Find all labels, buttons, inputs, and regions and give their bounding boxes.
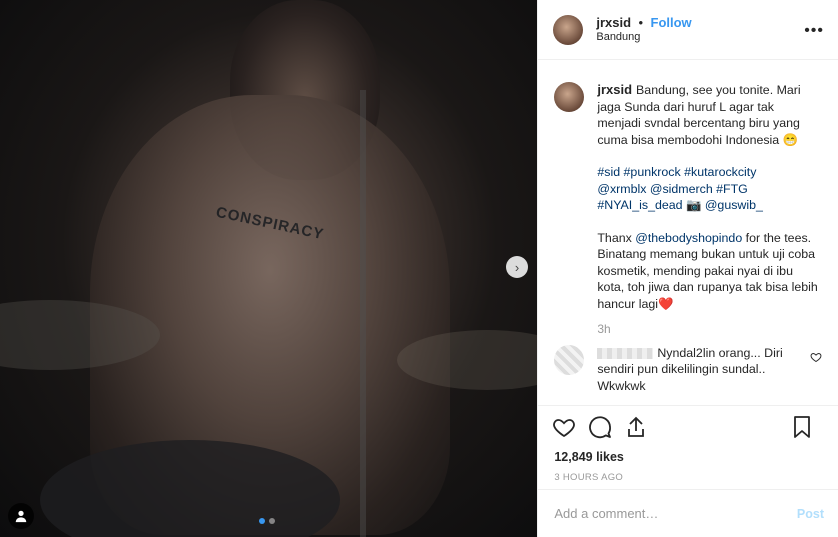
caption: jrxsid Bandung, see you tonite. Mari jaga… [554, 82, 824, 338]
post-header: jrxsid • Follow Bandung ••• [538, 0, 838, 60]
comment-input[interactable] [552, 505, 797, 522]
mention-link[interactable]: @thebodyshopindo [635, 231, 742, 245]
caption-hashtags-2[interactable]: #NYAI_is_dead 📷 @guswib_ [597, 197, 819, 214]
post-side-panel: jrxsid • Follow Bandung ••• jrxsid Bandun… [537, 0, 838, 537]
post-timestamp[interactable]: 3 HOURS AGO [538, 467, 838, 489]
likes-count[interactable]: 12,849 likes [538, 447, 838, 467]
add-comment-bar: Post [538, 489, 838, 537]
blurred-avatar[interactable] [554, 344, 585, 375]
carousel-next-icon[interactable]: › [506, 256, 528, 278]
comment-bubble-icon[interactable] [588, 415, 612, 439]
caption-username[interactable]: jrxsid [597, 82, 632, 97]
caption-avatar[interactable] [554, 82, 585, 112]
post-photo[interactable]: CONSPIRACY › [0, 0, 538, 537]
person-icon [15, 510, 27, 523]
share-icon[interactable] [624, 415, 648, 439]
carousel-indicator [259, 518, 275, 524]
bookmark-save-icon[interactable] [790, 415, 814, 439]
caption-timestamp[interactable]: 3h [597, 321, 819, 338]
carousel-dot [269, 518, 275, 524]
thanx-prefix: Thanx [597, 230, 636, 245]
comment-item: Nyndal2lin orang... Diri sendiri pun dik… [554, 344, 824, 395]
comments-list[interactable]: jrxsid Bandung, see you tonite. Mari jaga… [538, 60, 838, 405]
carousel-dot-active [259, 518, 265, 524]
avatar[interactable] [553, 14, 584, 45]
blurred-username[interactable] [597, 347, 654, 359]
more-options-icon[interactable]: ••• [804, 22, 824, 40]
mic-stand [360, 90, 366, 537]
like-heart-icon[interactable] [552, 415, 576, 439]
location-link[interactable]: Bandung [596, 30, 691, 45]
instagram-post-modal: CONSPIRACY › jrxsid • Follow Bandung •••… [0, 0, 838, 537]
caption-hashtags-1[interactable]: #sid #punkrock #kutarockcity [597, 164, 819, 181]
follow-button[interactable]: Follow [651, 15, 692, 30]
separator-dot: • [638, 14, 644, 30]
username-link[interactable]: jrxsid [596, 15, 631, 30]
caption-mentions[interactable]: @xrmblx @sidmerch #FTG [597, 181, 819, 198]
post-comment-button[interactable]: Post [797, 507, 824, 521]
like-comment-heart-icon[interactable] [810, 351, 822, 363]
action-bar [538, 405, 838, 447]
tagged-user-icon[interactable] [8, 503, 34, 529]
